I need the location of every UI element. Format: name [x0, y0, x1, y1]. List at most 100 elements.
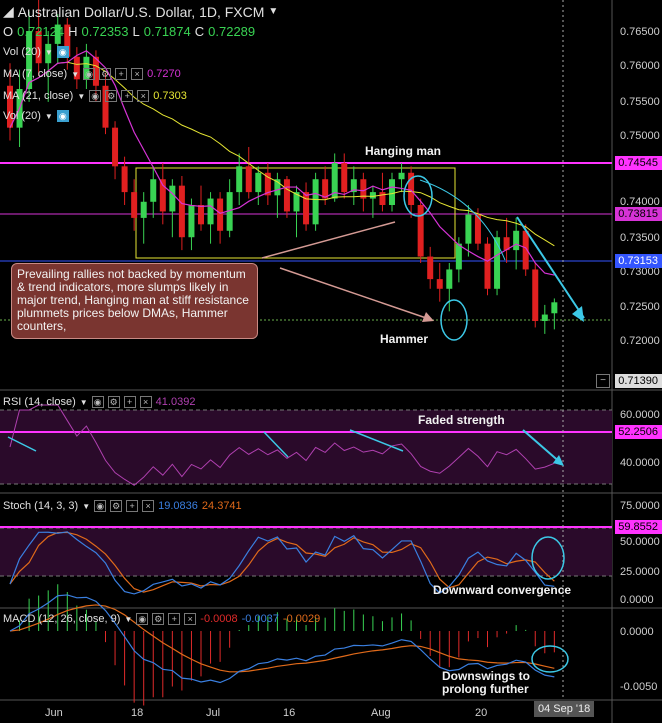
candle-body	[427, 256, 434, 280]
candle-body	[341, 163, 348, 193]
close-icon[interactable]: ×	[139, 396, 152, 408]
ohlc-row: O 0.72124 H 0.72353 L 0.71874 C 0.72289	[3, 24, 255, 39]
time-tick-label: Jul	[206, 707, 220, 719]
candle-body	[169, 185, 176, 212]
price-tag-073815: 0.73815	[615, 207, 662, 221]
add-icon[interactable]: +	[126, 500, 139, 512]
vol-legend-bottom[interactable]: Vol (20) ▼ ◉	[3, 110, 69, 122]
stoch-tick-label: 50.0000	[620, 536, 660, 548]
time-tick-label: 16	[283, 707, 295, 719]
visibility-icon[interactable]: ◉	[89, 90, 102, 102]
add-icon[interactable]: +	[115, 68, 128, 80]
candle-body	[446, 269, 453, 289]
chevron-down-icon[interactable]: ▼	[45, 48, 53, 57]
candle-body	[150, 179, 157, 202]
add-icon[interactable]: +	[121, 90, 134, 102]
hammer-label: Hammer	[380, 332, 428, 346]
add-icon[interactable]: +	[123, 396, 136, 408]
chevron-down-icon[interactable]: ▼	[77, 92, 85, 101]
current-date-tag: 04 Sep '18	[534, 701, 595, 717]
vol-legend-top[interactable]: Vol (20) ▼ ◉	[3, 46, 69, 58]
rsi-tag: 52.2506	[615, 425, 662, 439]
high-label: H	[68, 24, 78, 39]
rsi-axis[interactable]: 60.0000 40.0000	[620, 409, 660, 469]
macd-circle	[531, 645, 569, 673]
price-tick-label: 0.76500	[620, 26, 660, 38]
close-icon[interactable]: ×	[184, 613, 197, 625]
stoch-legend[interactable]: Stoch (14, 3, 3) ▼ ◉ ⚙ + × 19.0836 24.37…	[3, 500, 242, 512]
ma7-label: MA (7, close)	[3, 68, 68, 80]
visibility-icon[interactable]: ◉	[56, 110, 69, 122]
chevron-down-icon[interactable]: ▼	[82, 502, 90, 511]
add-icon[interactable]: +	[168, 613, 181, 625]
candle-body	[398, 172, 405, 180]
candle-body	[303, 192, 310, 225]
chevron-down-icon[interactable]: ▼	[268, 6, 278, 17]
high-value: 0.72353	[81, 24, 129, 39]
ma7-legend[interactable]: MA (7, close) ▼ ◉ ⚙ + × 0.7270	[3, 68, 181, 80]
chart-header: ◢ Australian Dollar/U.S. Dollar, 1D, FXC…	[3, 3, 278, 20]
settings-icon[interactable]: ⚙	[105, 90, 118, 102]
time-axis[interactable]: Jun 18 Jul 16 Aug 20	[45, 707, 487, 719]
chevron-down-icon[interactable]: ▼	[124, 615, 132, 624]
visibility-icon[interactable]: ◉	[56, 46, 69, 58]
settings-icon[interactable]: ⚙	[110, 500, 123, 512]
macd-legend[interactable]: MACD (12, 26, close, 9) ▼ ◉ ⚙ + × -0.000…	[3, 613, 320, 625]
stoch-axis[interactable]: 75.0000 50.0000 25.0000 0.0000	[620, 500, 660, 606]
rsi-legend[interactable]: RSI (14, close) ▼ ◉ ⚙ + × 41.0392	[3, 396, 195, 408]
macd-axis[interactable]: 0.0000 -0.0050	[620, 626, 657, 693]
stoch-d-value: 24.3741	[201, 500, 242, 512]
visibility-icon[interactable]: ◉	[94, 500, 107, 512]
time-tick-label: Jun	[45, 707, 63, 719]
chevron-down-icon[interactable]: ▼	[71, 70, 79, 79]
settings-icon[interactable]: ⚙	[99, 68, 112, 80]
close-label: C	[194, 24, 205, 39]
close-icon[interactable]: ×	[131, 68, 144, 80]
chevron-down-icon[interactable]: ▼	[45, 112, 53, 121]
candle-body	[121, 166, 128, 193]
symbol-title[interactable]: Australian Dollar/U.S. Dollar, 1D, FXCM	[18, 4, 265, 20]
candle-body	[26, 31, 33, 89]
candle-body	[312, 179, 319, 225]
collapse-pane-icon[interactable]: −	[596, 374, 610, 388]
ma21-legend[interactable]: MA (21, close) ▼ ◉ ⚙ + × 0.7303	[3, 90, 187, 102]
macd-label: MACD (12, 26, close, 9)	[3, 613, 121, 625]
price-tick-label: 0.75000	[620, 130, 660, 142]
ma21-value: 0.7303	[153, 90, 187, 102]
candle-body	[188, 205, 195, 238]
candle-body	[131, 192, 138, 218]
visibility-icon[interactable]: ◉	[136, 613, 149, 625]
low-value: 0.71874	[143, 24, 191, 39]
close-icon[interactable]: ×	[137, 90, 150, 102]
candle-body	[236, 166, 243, 193]
price-tag-074545: 0.74545	[615, 156, 662, 170]
candle-body	[389, 179, 395, 205]
visibility-icon[interactable]: ◉	[91, 396, 104, 408]
price-axis[interactable]: 0.765000.760000.755000.750000.740000.735…	[620, 26, 660, 385]
visibility-icon[interactable]: ◉	[83, 68, 96, 80]
low-label: L	[132, 24, 140, 39]
settings-icon[interactable]: ⚙	[152, 613, 165, 625]
close-value: 0.72289	[208, 24, 256, 39]
candle-body	[245, 166, 252, 193]
price-tick-label: 0.75500	[620, 96, 660, 108]
price-tick-label: 0.76000	[620, 60, 660, 72]
candle-body	[198, 205, 204, 225]
downswings-label-2: prolong further	[442, 682, 529, 696]
price-tick-label: 0.73500	[620, 232, 660, 244]
price-tick-label: 0.72500	[620, 301, 660, 313]
candle-body	[283, 179, 290, 212]
candle-body	[417, 205, 424, 257]
macd-value: -0.0037	[241, 613, 279, 625]
close-icon[interactable]: ×	[142, 500, 155, 512]
candle-body	[178, 185, 185, 238]
candle-body	[436, 279, 443, 289]
rsi-label: RSI (14, close)	[3, 396, 76, 408]
rsi-tick-label: 60.0000	[620, 409, 660, 421]
collapse-icon[interactable]: ◢	[3, 3, 14, 20]
macd-tick-label: -0.0050	[620, 681, 657, 693]
faded-strength-label: Faded strength	[418, 413, 505, 427]
chevron-down-icon[interactable]: ▼	[80, 398, 88, 407]
settings-icon[interactable]: ⚙	[107, 396, 120, 408]
candle-body	[140, 201, 147, 218]
